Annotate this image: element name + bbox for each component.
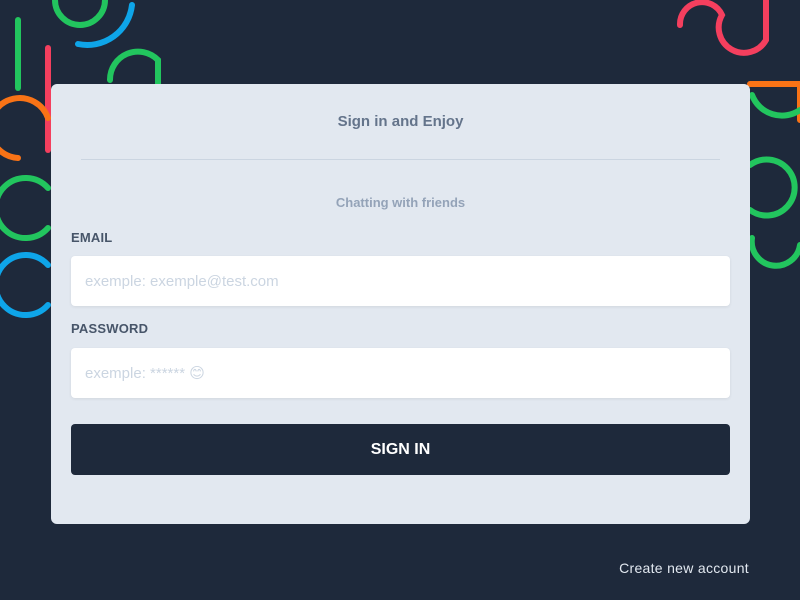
deco-stroke-green-top <box>52 0 108 28</box>
deco-stroke-green-right-1 <box>749 92 800 119</box>
deco-stroke-green-right-3 <box>748 235 800 269</box>
create-account-link[interactable]: Create new account <box>619 560 749 576</box>
email-label: EMAIL <box>71 230 113 245</box>
card-subtitle: Chatting with friends <box>335 195 466 210</box>
password-field[interactable] <box>71 348 730 398</box>
deco-stroke-blue-left <box>0 252 51 318</box>
sign-in-button[interactable]: SIGN IN <box>71 424 730 475</box>
deco-stroke-orange-curve <box>0 95 51 161</box>
deco-stroke-green-right-2 <box>747 156 798 219</box>
password-label: PASSWORD <box>71 321 149 336</box>
deco-stroke-red-top-right <box>676 0 769 56</box>
signin-card: Sign in and Enjoy Chatting with friends … <box>51 84 750 524</box>
card-title: Sign in and Enjoy <box>337 113 464 130</box>
divider <box>81 159 720 160</box>
deco-stroke-green-arc <box>106 48 161 91</box>
deco-stroke-green-left <box>0 175 51 241</box>
email-field[interactable] <box>71 256 730 306</box>
